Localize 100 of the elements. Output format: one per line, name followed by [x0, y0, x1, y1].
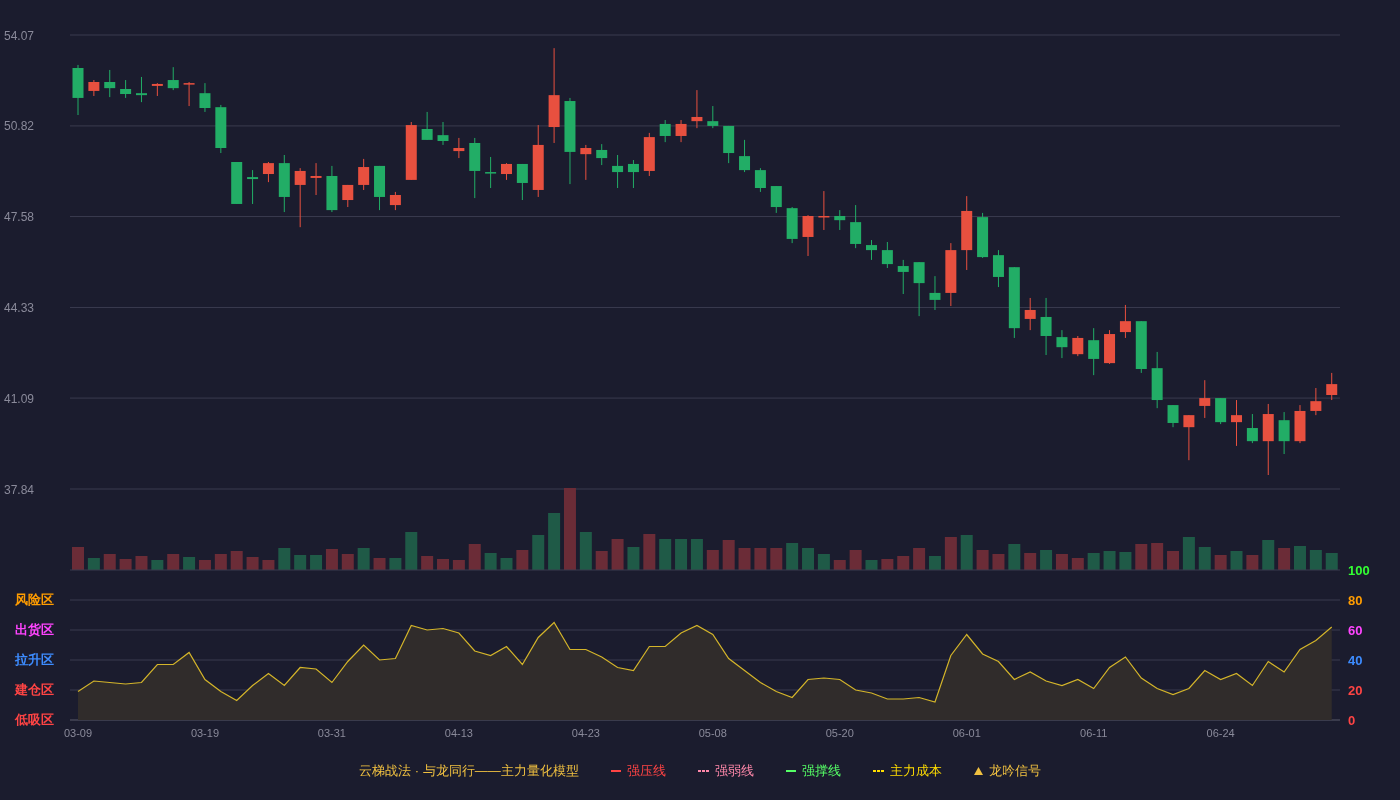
volume-bar [405, 532, 418, 570]
volume-bar [849, 550, 862, 570]
volume-bar [675, 539, 688, 570]
axis-label: 44.33 [4, 300, 35, 315]
candle [374, 165, 386, 211]
volume-bar [1055, 554, 1068, 570]
volume-bar [643, 534, 656, 570]
candle [136, 76, 147, 103]
volume-bar [611, 539, 624, 570]
volume-bar [992, 554, 1005, 570]
axis-label: 40 [1348, 652, 1363, 668]
volume-bar [690, 539, 703, 570]
axis-label: 20 [1348, 682, 1363, 698]
candle [104, 69, 116, 98]
volume-bar [500, 558, 513, 570]
zone-label: 风险区 [15, 591, 54, 609]
candle [1199, 379, 1211, 419]
volume-bar [1198, 547, 1211, 570]
candle [326, 165, 338, 213]
axis-label: 37.84 [4, 482, 35, 497]
legend-label: 强撑线 [801, 762, 841, 781]
candle [1151, 351, 1163, 409]
volume-bar [1119, 552, 1132, 570]
volume-bar [421, 556, 434, 570]
axis-label: 05-20 [825, 727, 854, 739]
volume-bar [373, 558, 386, 570]
candle [469, 137, 481, 199]
legend-label: 强弱线 [714, 762, 754, 781]
volume-bar [389, 558, 402, 570]
candle [516, 163, 528, 201]
axis-label: 47.58 [4, 210, 35, 225]
candle [262, 161, 274, 183]
candle [834, 209, 846, 231]
volume-bar [1071, 558, 1084, 570]
candle [1024, 297, 1036, 331]
volume-bar [262, 560, 275, 570]
candle [501, 162, 512, 181]
axis-label: 80 [1348, 592, 1363, 608]
volume-bar [627, 547, 640, 570]
candle [421, 111, 433, 141]
candle [1183, 414, 1195, 461]
volume-bar [897, 556, 910, 570]
candle [453, 137, 465, 159]
candle [1135, 320, 1147, 374]
candle [278, 154, 290, 213]
candle [992, 249, 1004, 288]
volume-bar [802, 548, 814, 570]
axis-label: 06-01 [952, 727, 981, 739]
volume-bar [786, 543, 799, 570]
candle [1104, 329, 1116, 365]
candle [707, 105, 719, 129]
candle [977, 212, 989, 259]
candle [215, 104, 227, 154]
volume-bar [706, 550, 719, 570]
candle [120, 79, 132, 99]
candle [1167, 404, 1179, 428]
volume-bar [452, 560, 465, 570]
candle [691, 89, 703, 129]
legend-title: 云梯战法 · 与龙同行——主力量化模型 [359, 762, 579, 781]
volume-bar [548, 513, 561, 570]
volume-bar [1309, 550, 1322, 570]
volume-bar [151, 560, 164, 570]
axis-label: 04-13 [444, 727, 473, 739]
volume-bar [738, 548, 751, 570]
candle [231, 161, 243, 205]
volume-bar [1151, 543, 1164, 570]
legend-label: 强压线 [626, 762, 666, 781]
candle [358, 158, 370, 191]
volume-bar [437, 559, 449, 570]
candle [485, 156, 497, 189]
volume-bar [929, 556, 941, 570]
axis-label: 41.09 [4, 391, 35, 406]
volume-bar [341, 554, 354, 570]
volume-bar [913, 548, 926, 570]
volume-bar [1182, 537, 1195, 570]
axis-label: 05-08 [698, 727, 727, 739]
axis-label: 03-09 [63, 727, 93, 739]
volume-bar [103, 554, 116, 570]
axis-label: 60 [1348, 622, 1363, 638]
candle [1040, 297, 1052, 356]
volume-bar [833, 560, 846, 570]
volume-bar [817, 554, 830, 570]
axis-label: 50.82 [4, 119, 35, 134]
volume-bar [198, 560, 211, 570]
candle [389, 191, 401, 211]
volume-bar [532, 535, 545, 570]
zone-label: 出货区 [15, 621, 54, 639]
volume-bar [357, 548, 370, 570]
candle [310, 162, 322, 196]
candle [945, 242, 957, 307]
candle [627, 159, 639, 189]
candle [580, 144, 592, 181]
zone-label: 低吸区 [15, 711, 54, 729]
candle [342, 184, 354, 208]
candle [1215, 397, 1227, 425]
candle [818, 190, 830, 231]
volume-bar [659, 539, 672, 570]
candle [897, 259, 909, 295]
volume-bar [1008, 544, 1021, 570]
volume-bar [976, 550, 989, 570]
